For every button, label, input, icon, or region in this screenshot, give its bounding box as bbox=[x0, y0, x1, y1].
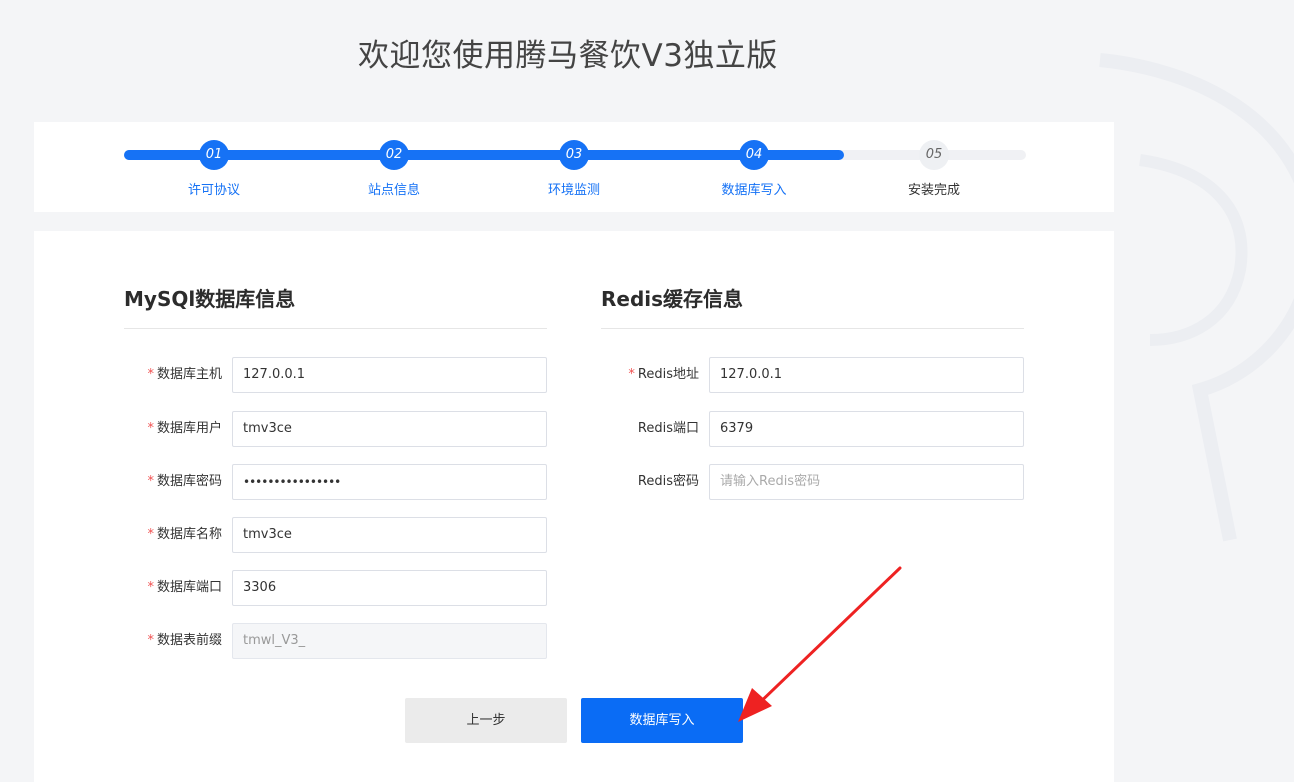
mysql-port-input[interactable]: 3306 bbox=[232, 570, 547, 606]
redis-host-row: * Redis地址 127.0.0.1 bbox=[514, 357, 1024, 393]
step-label: 环境监测 bbox=[547, 183, 600, 198]
mysql-prefix-label: 数据表前缀 bbox=[156, 633, 222, 648]
redis-password-input[interactable]: 请输入Redis密码 bbox=[709, 464, 1024, 500]
step-number: 04 bbox=[739, 140, 769, 170]
mysql-host-input[interactable]: 127.0.0.1 bbox=[232, 357, 547, 393]
redis-password-row: Redis密码 请输入Redis密码 bbox=[514, 464, 1024, 500]
required-mark: * bbox=[147, 474, 154, 489]
mysql-port-row: * 数据库端口 3306 bbox=[34, 570, 547, 606]
step-site-info: 02 站点信息 bbox=[334, 140, 454, 198]
redis-section-title: Redis缓存信息 bbox=[601, 287, 744, 311]
database-form-card: MySQl数据库信息 * 数据库主机 127.0.0.1 * 数据库用户 tmv3c… bbox=[34, 231, 1114, 782]
step-number: 02 bbox=[379, 140, 409, 170]
mysql-password-row: * 数据库密码 •••••••••••••••• bbox=[34, 464, 547, 500]
mysql-password-label: 数据库密码 bbox=[156, 474, 222, 489]
step-number: 01 bbox=[199, 140, 229, 170]
required-mark: * bbox=[147, 633, 154, 648]
step-label: 安装完成 bbox=[907, 183, 960, 198]
redis-host-input[interactable]: 127.0.0.1 bbox=[709, 357, 1024, 393]
step-environment-check: 03 环境监测 bbox=[514, 140, 634, 198]
redis-port-input[interactable]: 6379 bbox=[709, 411, 1024, 447]
mysql-user-label: 数据库用户 bbox=[156, 421, 222, 436]
mysql-password-input[interactable]: •••••••••••••••• bbox=[232, 464, 547, 500]
step-label: 数据库写入 bbox=[721, 183, 787, 198]
mysql-divider bbox=[124, 328, 547, 329]
required-mark: * bbox=[147, 580, 154, 595]
mysql-user-row: * 数据库用户 tmv3ce bbox=[34, 411, 547, 447]
installation-stepper: 01 许可协议 02 站点信息 03 环境监测 04 数据库写入 05 安装完成 bbox=[34, 122, 1114, 212]
mysql-prefix-row: * 数据表前缀 tmwl_V3_ bbox=[34, 623, 547, 659]
mysql-port-label: 数据库端口 bbox=[156, 580, 222, 595]
redis-password-label: Redis密码 bbox=[637, 474, 699, 489]
step-number: 03 bbox=[559, 140, 589, 170]
mysql-dbname-row: * 数据库名称 tmv3ce bbox=[34, 517, 547, 553]
step-database-write: 04 数据库写入 bbox=[694, 140, 814, 198]
required-mark: * bbox=[147, 367, 154, 382]
previous-step-button[interactable]: 上一步 bbox=[405, 698, 567, 743]
required-mark: * bbox=[147, 421, 154, 436]
database-write-button[interactable]: 数据库写入 bbox=[581, 698, 743, 743]
redis-host-label: Redis地址 bbox=[637, 367, 699, 382]
step-number: 05 bbox=[919, 140, 949, 170]
step-install-complete: 05 安装完成 bbox=[874, 140, 994, 198]
page-title: 欢迎您使用腾马餐饮V3独立版 bbox=[358, 38, 778, 74]
red-annotation-arrow-icon bbox=[738, 566, 902, 722]
redis-port-row: Redis端口 6379 bbox=[514, 411, 1024, 447]
mysql-dbname-label: 数据库名称 bbox=[156, 527, 222, 542]
step-label: 站点信息 bbox=[367, 183, 420, 198]
mysql-dbname-input[interactable]: tmv3ce bbox=[232, 517, 547, 553]
redis-divider bbox=[601, 328, 1024, 329]
required-mark: * bbox=[147, 527, 154, 542]
mysql-host-row: * 数据库主机 127.0.0.1 bbox=[34, 357, 547, 393]
required-mark: * bbox=[628, 367, 635, 382]
step-label: 许可协议 bbox=[187, 183, 240, 198]
redis-port-label: Redis端口 bbox=[637, 421, 699, 436]
mysql-prefix-input: tmwl_V3_ bbox=[232, 623, 547, 659]
mysql-user-input[interactable]: tmv3ce bbox=[232, 411, 547, 447]
mysql-host-label: 数据库主机 bbox=[156, 367, 222, 382]
step-license: 01 许可协议 bbox=[154, 140, 274, 198]
mysql-section-title: MySQl数据库信息 bbox=[124, 287, 296, 311]
